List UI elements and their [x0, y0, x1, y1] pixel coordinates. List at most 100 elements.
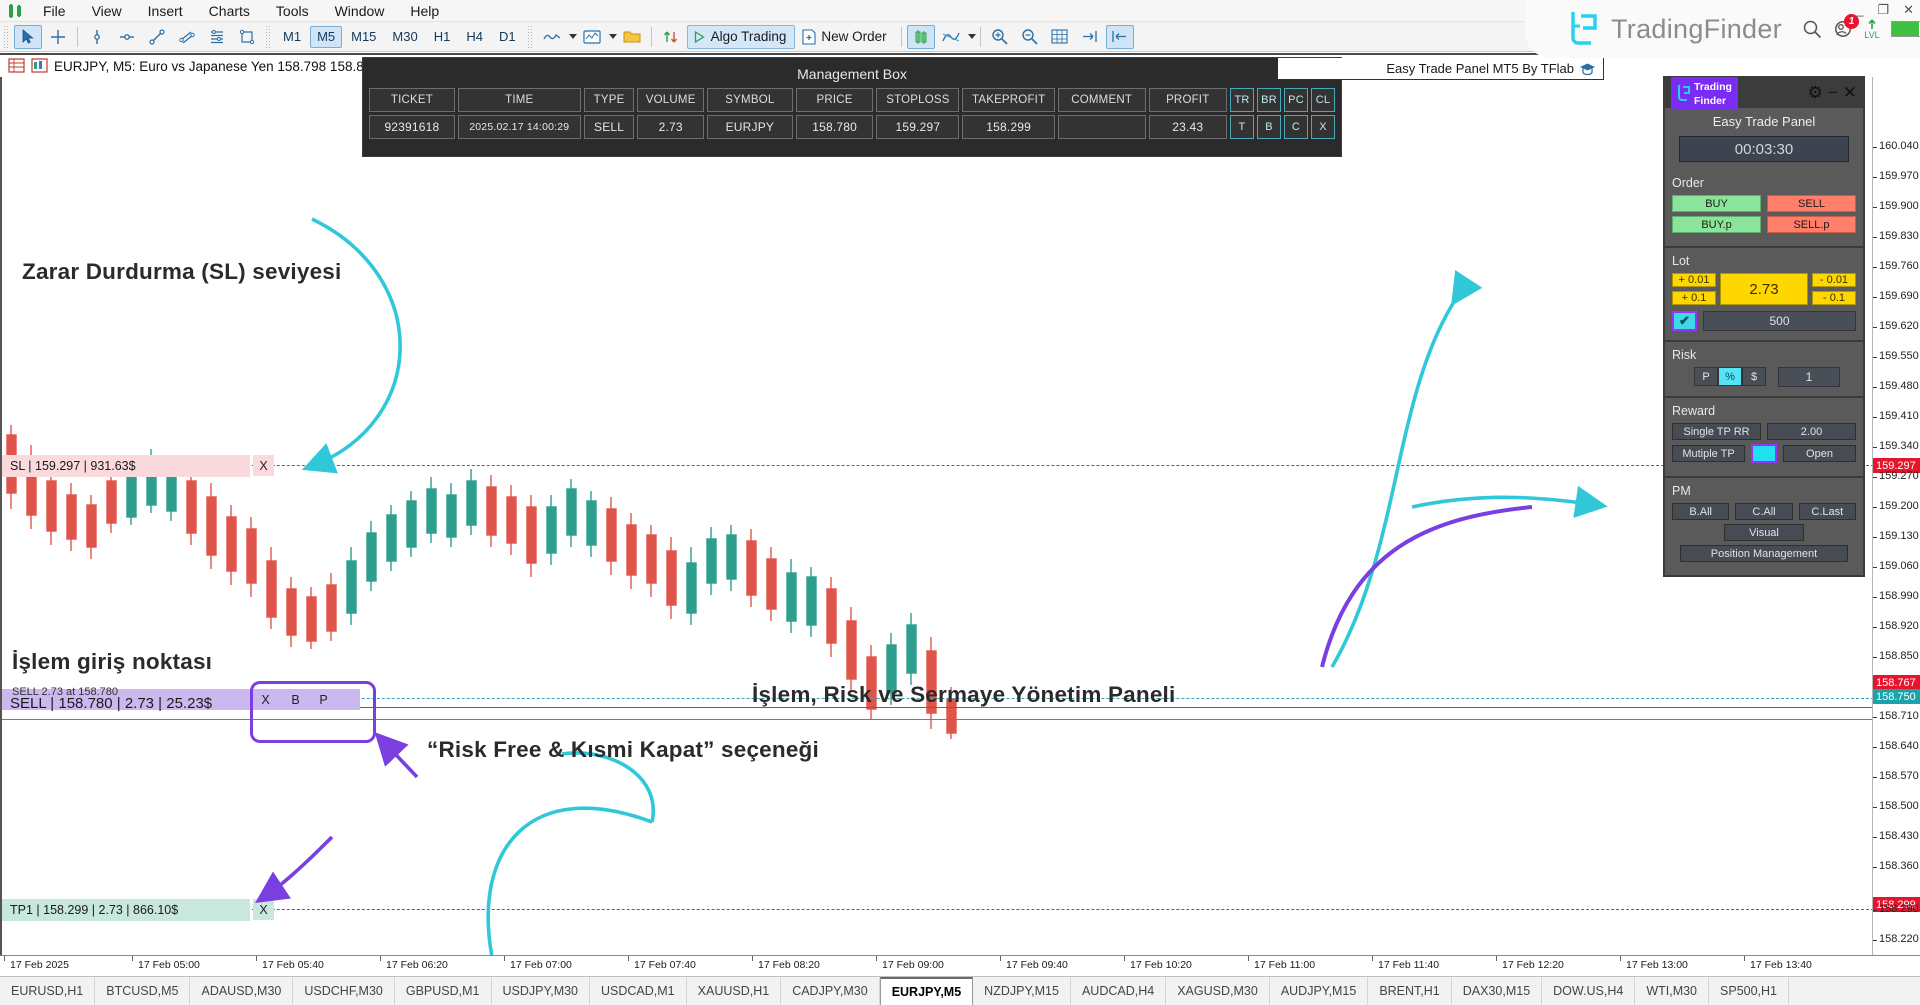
button-close[interactable]: X — [1311, 115, 1335, 139]
candlestick-chart-icon[interactable] — [906, 24, 935, 49]
chart-shift-icon[interactable] — [1105, 24, 1134, 49]
chart-tab-brent[interactable]: BRENT,H1 — [1368, 977, 1452, 1005]
lot-balance-field[interactable]: 500 — [1703, 311, 1856, 331]
close-all-button[interactable]: C.All — [1735, 503, 1793, 520]
cursor-tool-icon[interactable] — [14, 24, 42, 49]
price-chart[interactable]: SL | 159.297 | 931.63$ X SELL 2.73 at 15… — [0, 77, 1872, 955]
algo-trading-button[interactable]: Algo Trading — [686, 24, 796, 49]
template-icon[interactable] — [578, 25, 606, 49]
button-breakeven[interactable]: B — [1257, 115, 1281, 139]
menu-item-file[interactable]: File — [30, 0, 79, 22]
close-last-button[interactable]: C.Last — [1798, 503, 1856, 520]
data-window-icon[interactable] — [8, 57, 25, 75]
button-partial-close[interactable]: C — [1284, 115, 1308, 139]
timeframe-m30[interactable]: M30 — [385, 26, 424, 48]
lot-plus-big-button[interactable]: + 0.1 — [1672, 291, 1716, 305]
take-profit-close-button[interactable]: X — [253, 899, 274, 920]
trade-panel-minimize-button[interactable]: − — [1828, 83, 1838, 103]
stop-loss-label[interactable]: SL | 159.297 | 931.63$ — [2, 455, 144, 476]
chart-tab-adausd[interactable]: ADAUSD,M30 — [190, 977, 294, 1005]
chart-properties-icon[interactable] — [31, 57, 48, 75]
take-profit-line[interactable] — [2, 909, 1872, 910]
chart-tab-dowus[interactable]: DOW.US,H4 — [1542, 977, 1636, 1005]
chart-tab-cadjpy[interactable]: CADJPY,M30 — [781, 977, 880, 1005]
open-button[interactable]: Open — [1783, 445, 1856, 462]
search-icon[interactable] — [1802, 19, 1822, 39]
menu-item-insert[interactable]: Insert — [135, 0, 196, 22]
notifications-icon[interactable]: 1 — [1833, 14, 1859, 39]
sell-pending-button[interactable]: SELL.p — [1767, 216, 1856, 233]
lot-minus-big-button[interactable]: - 0.1 — [1812, 291, 1856, 305]
trade-panel-close-button[interactable]: ✕ — [1843, 83, 1857, 103]
folder-icon[interactable] — [618, 25, 646, 49]
menu-item-help[interactable]: Help — [397, 0, 452, 22]
chart-tab-eurusd[interactable]: EURUSD,H1 — [0, 977, 96, 1005]
auto-scroll-icon[interactable] — [1076, 25, 1104, 49]
break-all-button[interactable]: B.All — [1672, 503, 1730, 520]
rr-value-field[interactable]: 2.00 — [1767, 423, 1856, 440]
channel-tool-icon[interactable] — [173, 25, 201, 49]
indicators-chevron-down-icon[interactable] — [967, 34, 976, 39]
chart-tab-wti[interactable]: WTI,M30 — [1635, 977, 1710, 1005]
close-button[interactable]: ✕ — [1903, 2, 1914, 18]
timeframe-h4[interactable]: H4 — [459, 26, 490, 48]
minimize-button[interactable]: _ — [1856, 2, 1863, 18]
zoom-out-icon[interactable] — [1016, 25, 1044, 49]
timeframe-h1[interactable]: H1 — [427, 26, 458, 48]
chart-tab-sp500[interactable]: SP500,H1 — [1709, 977, 1789, 1005]
multiple-tp-color-swatch[interactable] — [1751, 444, 1777, 463]
chart-tab-audjpy[interactable]: AUDJPY,M15 — [1270, 977, 1369, 1005]
chart-tab-usdcad[interactable]: USDCAD,M1 — [590, 977, 687, 1005]
line-chart-icon[interactable] — [538, 25, 566, 49]
chart-type-chevron-down-icon[interactable] — [568, 34, 577, 39]
timeframe-m15[interactable]: M15 — [344, 26, 383, 48]
template-chevron-down-icon[interactable] — [608, 34, 617, 39]
autotrade-arrows-icon[interactable] — [657, 25, 685, 49]
chart-tab-audcad[interactable]: AUDCAD,H4 — [1071, 977, 1167, 1005]
stop-loss-close-button[interactable]: X — [253, 455, 274, 476]
lot-minus-small-button[interactable]: - 0.01 — [1812, 273, 1856, 287]
timeframe-m1[interactable]: M1 — [276, 26, 308, 48]
horizontal-line-tool-icon[interactable] — [113, 25, 141, 49]
menu-item-view[interactable]: View — [79, 0, 135, 22]
timeframe-m5[interactable]: M5 — [310, 25, 343, 48]
stop-loss-line[interactable] — [2, 465, 1872, 466]
chart-tab-eurjpy[interactable]: EURJPY,M5 — [879, 977, 974, 1005]
toolbar-grip[interactable] — [3, 24, 10, 49]
risk-mode-pips[interactable]: P — [1694, 367, 1718, 386]
chart-tab-gbpusd[interactable]: GBPUSD,M1 — [395, 977, 492, 1005]
grid-icon[interactable] — [1046, 25, 1074, 49]
crosshair-tool-icon[interactable] — [44, 25, 72, 49]
shapes-tool-icon[interactable] — [233, 25, 261, 49]
new-order-button[interactable]: New Order — [797, 25, 895, 49]
restore-button[interactable]: ❐ — [1877, 2, 1889, 18]
entry-label[interactable]: SELL | 158.780 | 2.73 | 25.23$ — [2, 693, 220, 714]
lot-value-field[interactable]: 2.73 — [1720, 273, 1808, 305]
menu-item-window[interactable]: Window — [322, 0, 398, 22]
sell-button[interactable]: SELL — [1767, 195, 1856, 212]
risk-mode-segment[interactable]: P % $ — [1694, 367, 1766, 387]
risk-mode-dollar[interactable]: $ — [1742, 367, 1766, 386]
indicators-icon[interactable] — [937, 25, 965, 49]
menu-item-tools[interactable]: Tools — [263, 0, 322, 22]
toolbar-grip-templates[interactable] — [526, 24, 534, 49]
easy-trade-panel[interactable]: Trading Finder ⚙ − ✕ Easy Trade Panel 00… — [1663, 76, 1865, 577]
single-tp-rr-button[interactable]: Single TP RR — [1672, 423, 1761, 440]
position-management-button[interactable]: Position Management — [1680, 545, 1848, 562]
chart-tab-btcusd[interactable]: BTCUSD,M5 — [95, 977, 191, 1005]
menu-item-charts[interactable]: Charts — [196, 0, 263, 22]
multiple-tp-button[interactable]: Mutiple TP — [1672, 445, 1745, 462]
trendline-tool-icon[interactable] — [143, 25, 171, 49]
buy-pending-button[interactable]: BUY.p — [1672, 216, 1761, 233]
lot-auto-checkbox[interactable]: ✔ — [1672, 311, 1697, 331]
fibonacci-tool-icon[interactable] — [203, 25, 231, 49]
lot-plus-small-button[interactable]: + 0.01 — [1672, 273, 1716, 287]
trade-panel-settings-icon[interactable]: ⚙ — [1808, 83, 1823, 103]
visual-button[interactable]: Visual — [1724, 524, 1804, 541]
vertical-line-tool-icon[interactable] — [83, 25, 111, 49]
chart-tab-nzdjpy[interactable]: NZDJPY,M15 — [973, 977, 1071, 1005]
timeframe-d1[interactable]: D1 — [492, 26, 523, 48]
chart-tab-xauusd[interactable]: XAUUSD,H1 — [687, 977, 782, 1005]
chart-tab-xagusd[interactable]: XAGUSD,M30 — [1166, 977, 1270, 1005]
risk-value-field[interactable]: 1 — [1778, 367, 1840, 387]
